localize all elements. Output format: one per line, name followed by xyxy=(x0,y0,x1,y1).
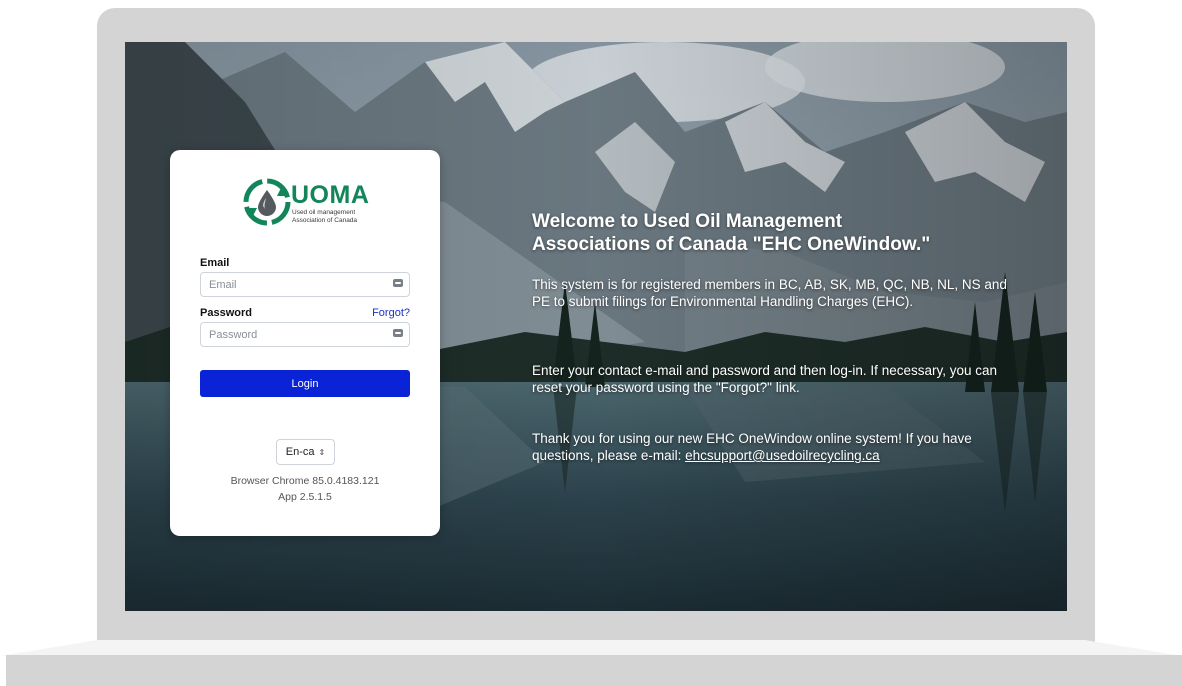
logo-subtitle: Used oil management Association of Canad… xyxy=(292,209,358,224)
language-selected-value: En-ca xyxy=(285,446,315,458)
password-field-wrapper xyxy=(200,322,410,347)
welcome-title: Welcome to Used Oil Management Associati… xyxy=(532,211,931,255)
laptop-mockup: UOMA Used oil management Association of … xyxy=(0,0,1182,686)
email-label: Email xyxy=(200,257,230,269)
laptop-hinge xyxy=(0,640,1182,656)
email-input[interactable] xyxy=(201,273,389,296)
browser-info: Browser Chrome 85.0.4183.121 xyxy=(230,475,380,487)
laptop-base xyxy=(6,655,1182,686)
login-button[interactable]: Login xyxy=(200,370,410,397)
app-screen: UOMA Used oil management Association of … xyxy=(125,42,1067,611)
login-card: UOMA Used oil management Association of … xyxy=(170,150,440,536)
email-field-wrapper xyxy=(200,272,410,297)
forgot-password-link[interactable]: Forgot? xyxy=(372,307,410,320)
welcome-paragraph-members: This system is for registered members in… xyxy=(532,277,1007,309)
password-label: Password xyxy=(200,307,252,319)
password-manager-key-icon[interactable] xyxy=(393,279,403,287)
app-version: App 2.5.1.5 xyxy=(278,491,332,503)
support-email-link[interactable]: ehcsupport@usedoilrecycling.ca xyxy=(685,448,880,463)
recycle-oil-drop-icon xyxy=(243,178,291,226)
uoma-logo: UOMA Used oil management Association of … xyxy=(243,178,370,228)
welcome-paragraph-support: Thank you for using our new EHC OneWindo… xyxy=(532,431,972,463)
language-select[interactable]: En-ca ⇕ xyxy=(276,439,335,465)
logo-wordmark: UOMA xyxy=(291,181,370,209)
welcome-paragraph-instructions: Enter your contact e-mail and password a… xyxy=(532,363,997,395)
password-input[interactable] xyxy=(201,323,389,346)
select-updown-icon: ⇕ xyxy=(318,448,326,457)
password-manager-key-icon[interactable] xyxy=(393,329,403,337)
